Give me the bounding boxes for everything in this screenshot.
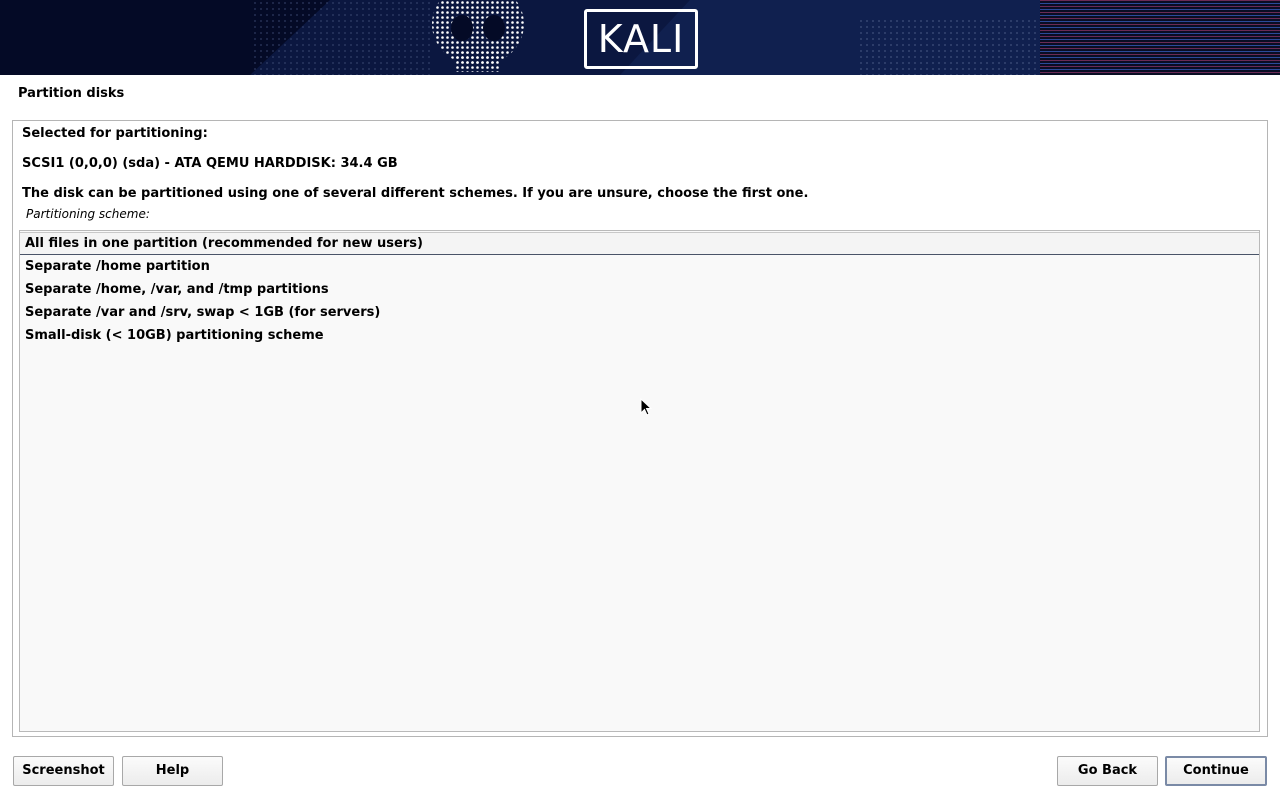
selected-heading: Selected for partitioning:: [22, 126, 208, 141]
scheme-description: The disk can be partitioned using one of…: [22, 186, 809, 201]
scheme-option-separate-home[interactable]: Separate /home partition: [20, 255, 1259, 278]
disk-info: SCSI1 (0,0,0) (sda) - ATA QEMU HARDDISK:…: [22, 156, 398, 171]
mouse-cursor-icon: [640, 398, 653, 416]
scheme-option-servers[interactable]: Separate /var and /srv, swap < 1GB (for …: [20, 301, 1259, 324]
partitioning-scheme-label: Partitioning scheme:: [26, 207, 150, 221]
kali-banner: KALI: [0, 0, 1280, 75]
kali-logo: KALI: [584, 9, 698, 69]
partitioning-scheme-list[interactable]: All files in one partition (recommended …: [19, 230, 1260, 732]
scheme-option-small-disk[interactable]: Small-disk (< 10GB) partitioning scheme: [20, 324, 1259, 347]
installer-panel: Selected for partitioning: SCSI1 (0,0,0)…: [12, 120, 1268, 737]
continue-button[interactable]: Continue: [1165, 756, 1267, 786]
page-title: Partition disks: [18, 86, 125, 101]
go-back-button[interactable]: Go Back: [1057, 756, 1158, 786]
scheme-option-all-in-one[interactable]: All files in one partition (recommended …: [20, 232, 1259, 255]
scheme-option-home-var-tmp[interactable]: Separate /home, /var, and /tmp partition…: [20, 278, 1259, 301]
help-button[interactable]: Help: [122, 756, 223, 786]
screenshot-button[interactable]: Screenshot: [13, 756, 114, 786]
